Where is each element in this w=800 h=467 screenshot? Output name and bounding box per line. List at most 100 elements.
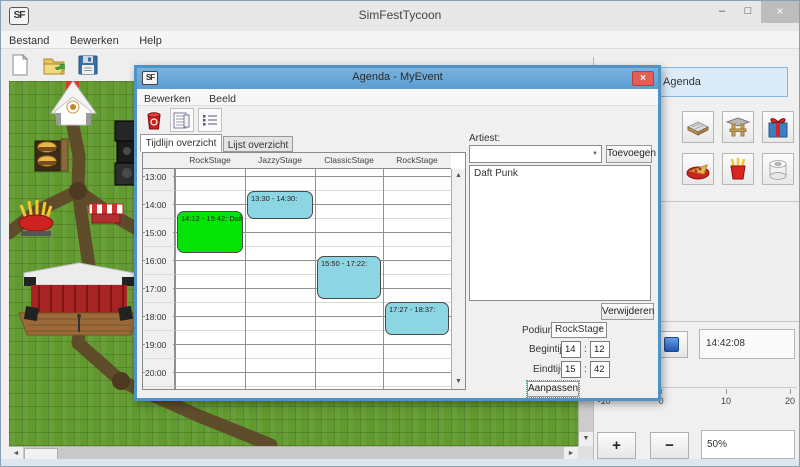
column-separator (383, 169, 384, 389)
end-hour-input[interactable] (561, 361, 581, 378)
hour-label: 20:00 (145, 368, 173, 378)
hour-label: 15:00 (145, 228, 173, 238)
sidebar-item-stage[interactable] (682, 111, 714, 143)
artist-combobox[interactable]: ▼ (469, 145, 602, 163)
dialog-close-button[interactable]: × (632, 71, 654, 86)
zoom-level-field[interactable] (701, 430, 795, 459)
timeline-grid[interactable]: RockStage JazzyStage ClassicStage RockSt… (142, 152, 466, 390)
scroll-down-icon[interactable]: ▼ (579, 432, 593, 446)
grid-vertical-scrollbar[interactable]: ▲ ▼ (451, 169, 465, 389)
tent-building (51, 81, 96, 125)
sidebar-item-gift[interactable] (762, 111, 794, 143)
maximize-button[interactable]: □ (735, 1, 761, 23)
save-icon (75, 52, 101, 78)
column-separator (175, 169, 176, 389)
list-view-button[interactable] (198, 108, 222, 132)
new-file-icon (7, 52, 33, 78)
start-minute-input[interactable] (590, 341, 610, 358)
minimize-button[interactable]: – (709, 1, 735, 23)
slider-tick (661, 389, 662, 394)
app-window: SF SimFestTycoon – □ × Bestand Bewerken … (0, 0, 800, 467)
slider-label: 20 (785, 396, 795, 406)
column-separator (315, 169, 316, 389)
timeline-view-button[interactable] (170, 108, 194, 132)
artist-listbox[interactable]: Daft Punk (469, 165, 651, 301)
end-minute-input[interactable] (590, 361, 610, 378)
delete-event-button[interactable] (142, 108, 166, 132)
column-header: RockStage (175, 155, 245, 165)
sidebar-item-fries[interactable] (722, 153, 754, 185)
column-separator (245, 169, 246, 389)
column-header: JazzyStage (245, 155, 315, 165)
scroll-up-icon[interactable]: ▲ (452, 170, 465, 182)
chevron-down-icon: ▼ (597, 323, 603, 337)
pause-icon (664, 337, 679, 352)
sidebar-item-scaffold[interactable] (722, 111, 754, 143)
dialog-titlebar[interactable]: SF Agenda - MyEvent × (137, 68, 658, 89)
menu-bewerken[interactable]: Bewerken (62, 33, 127, 49)
window-titlebar: SF SimFestTycoon – □ × (1, 1, 799, 31)
hour-label: 13:00 (145, 172, 173, 182)
new-file-button[interactable] (7, 52, 35, 79)
stage-platform-icon (685, 114, 711, 140)
open-folder-button[interactable] (41, 52, 69, 79)
apply-button[interactable]: Aanpassen (527, 381, 579, 397)
tab-list-overview[interactable]: Lijst overzicht (223, 136, 293, 152)
striped-stand (89, 204, 123, 223)
window-title: SimFestTycoon (1, 8, 799, 22)
close-button[interactable]: × (761, 1, 799, 23)
save-button[interactable] (75, 52, 103, 79)
dialog-menu-beeld[interactable]: Beeld (202, 91, 243, 107)
agenda-event[interactable]: 17:27 - 18:37: (385, 302, 449, 335)
add-artist-button[interactable]: Toevoegen (606, 145, 652, 163)
menu-help[interactable]: Help (131, 33, 170, 49)
agenda-event[interactable]: 14:12 - 15:42: Daft P (177, 211, 243, 253)
trash-icon (145, 110, 163, 130)
podium-dropdown[interactable]: RockStage ▼ (551, 322, 607, 338)
remove-artist-button[interactable]: Verwijderen (601, 303, 654, 320)
dialog-title: Agenda - MyEvent (137, 71, 658, 83)
dialog-menubar: Bewerken Beeld (137, 89, 658, 106)
timeline-view-icon (173, 111, 191, 129)
hour-label: 19:00 (145, 340, 173, 350)
menu-bestand[interactable]: Bestand (1, 33, 57, 49)
sidebar-item-pizza[interactable] (682, 153, 714, 185)
artist-list-item[interactable]: Daft Punk (474, 168, 646, 179)
slider-tick (726, 389, 727, 394)
zoom-in-button[interactable]: + (597, 432, 636, 459)
window-bottom-edge (1, 459, 799, 466)
grid-content[interactable]: 13:00 14:00 15:00 16:00 17:00 18:00 19:0… (143, 169, 451, 389)
path-junction (112, 372, 130, 390)
tab-timeline-overview[interactable]: Tijdlijn overzicht (140, 134, 222, 152)
grid-header: RockStage JazzyStage ClassicStage RockSt… (143, 153, 451, 169)
scaffold-icon (725, 114, 751, 140)
game-clock: 14:42:08 (699, 329, 795, 359)
agenda-event[interactable]: 15:50 - 17:22: (317, 256, 381, 299)
burger-stand (35, 139, 68, 171)
agenda-event[interactable]: 13:30 - 14:30: (247, 191, 313, 219)
dialog-body: Bewerken Beeld (137, 89, 658, 398)
chevron-down-icon: ▼ (592, 151, 598, 157)
slider-label: 10 (721, 396, 731, 406)
fries-icon (725, 156, 751, 182)
agenda-button-label: Agenda (663, 76, 701, 88)
hour-label: 16:00 (145, 256, 173, 266)
agenda-dialog: SF Agenda - MyEvent × Bewerken Beeld (134, 65, 661, 401)
main-stage (19, 263, 139, 335)
start-hour-input[interactable] (561, 341, 581, 358)
path-junction (69, 182, 87, 200)
pizza-icon (685, 156, 711, 182)
hour-label: 18:00 (145, 312, 173, 322)
artist-label: Artiest: (469, 133, 500, 144)
time-colon: : (584, 344, 587, 355)
main-menubar: Bestand Bewerken Help (1, 31, 799, 49)
scroll-down-icon[interactable]: ▼ (452, 376, 465, 388)
list-view-icon (201, 111, 219, 129)
dialog-menu-bewerken[interactable]: Bewerken (137, 91, 198, 107)
column-header: ClassicStage (315, 155, 383, 165)
sidebar-item-toilet-paper[interactable] (762, 153, 794, 185)
toilet-paper-icon (765, 156, 791, 182)
hour-label: 14:00 (145, 200, 173, 210)
slider-tick (790, 389, 791, 394)
zoom-out-button[interactable]: − (650, 432, 689, 459)
